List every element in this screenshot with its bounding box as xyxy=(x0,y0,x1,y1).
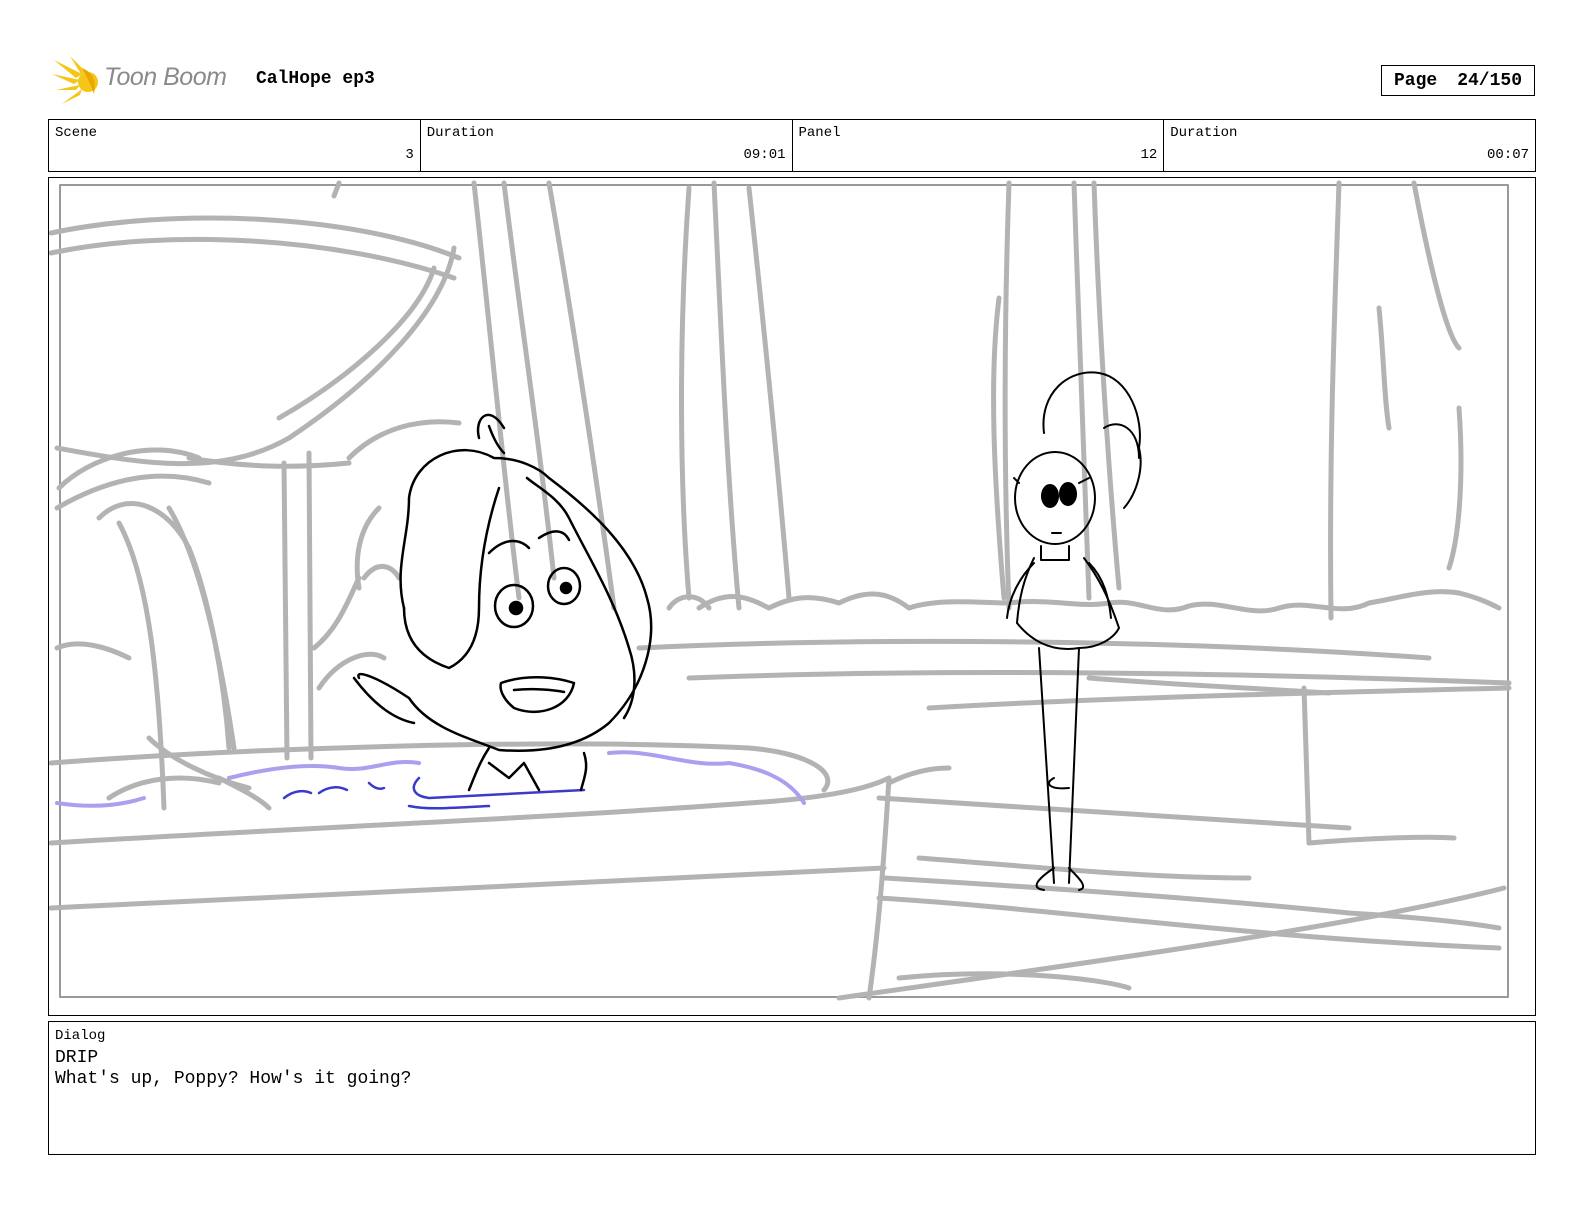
scene-duration-label: Duration xyxy=(426,125,494,141)
scene-duration-cell: Duration 09:01 xyxy=(421,120,793,171)
page-label: Page xyxy=(1393,70,1438,91)
dialog-text: DRIP What's up, Poppy? How's it going? xyxy=(55,1048,411,1090)
panel-duration-label: Duration xyxy=(1170,125,1238,141)
scene-label: Scene xyxy=(55,125,98,141)
background-sketch xyxy=(49,180,1512,1001)
scene-duration-value: 09:01 xyxy=(743,147,786,163)
dialog-line: What's up, Poppy? How's it going? xyxy=(55,1069,412,1089)
panel-info-bar: Scene 3 Duration 09:01 Panel 12 Duration… xyxy=(48,119,1536,172)
brand-name: Toon Boom xyxy=(104,63,227,91)
panel-duration-cell: Duration 00:07 xyxy=(1164,120,1535,171)
panel-duration-value: 00:07 xyxy=(1486,147,1529,163)
panel-cell: Panel 12 xyxy=(793,120,1165,171)
scene-value: 3 xyxy=(405,147,414,163)
dialog-label: Dialog xyxy=(55,1028,106,1044)
panel-label: Panel xyxy=(798,125,841,141)
storyboard-sketch xyxy=(49,180,1512,1001)
project-title: CalHope ep3 xyxy=(256,69,375,89)
dialog-box: Dialog DRIP What's up, Poppy? How's it g… xyxy=(48,1021,1536,1155)
panel-value: 12 xyxy=(1140,147,1158,163)
page-number: 24/150 xyxy=(1457,70,1523,91)
scene-cell: Scene 3 xyxy=(49,120,421,171)
storyboard-panel xyxy=(48,177,1536,1016)
dialog-character: DRIP xyxy=(55,1048,99,1068)
page-indicator: Page 24/150 xyxy=(1381,65,1535,96)
